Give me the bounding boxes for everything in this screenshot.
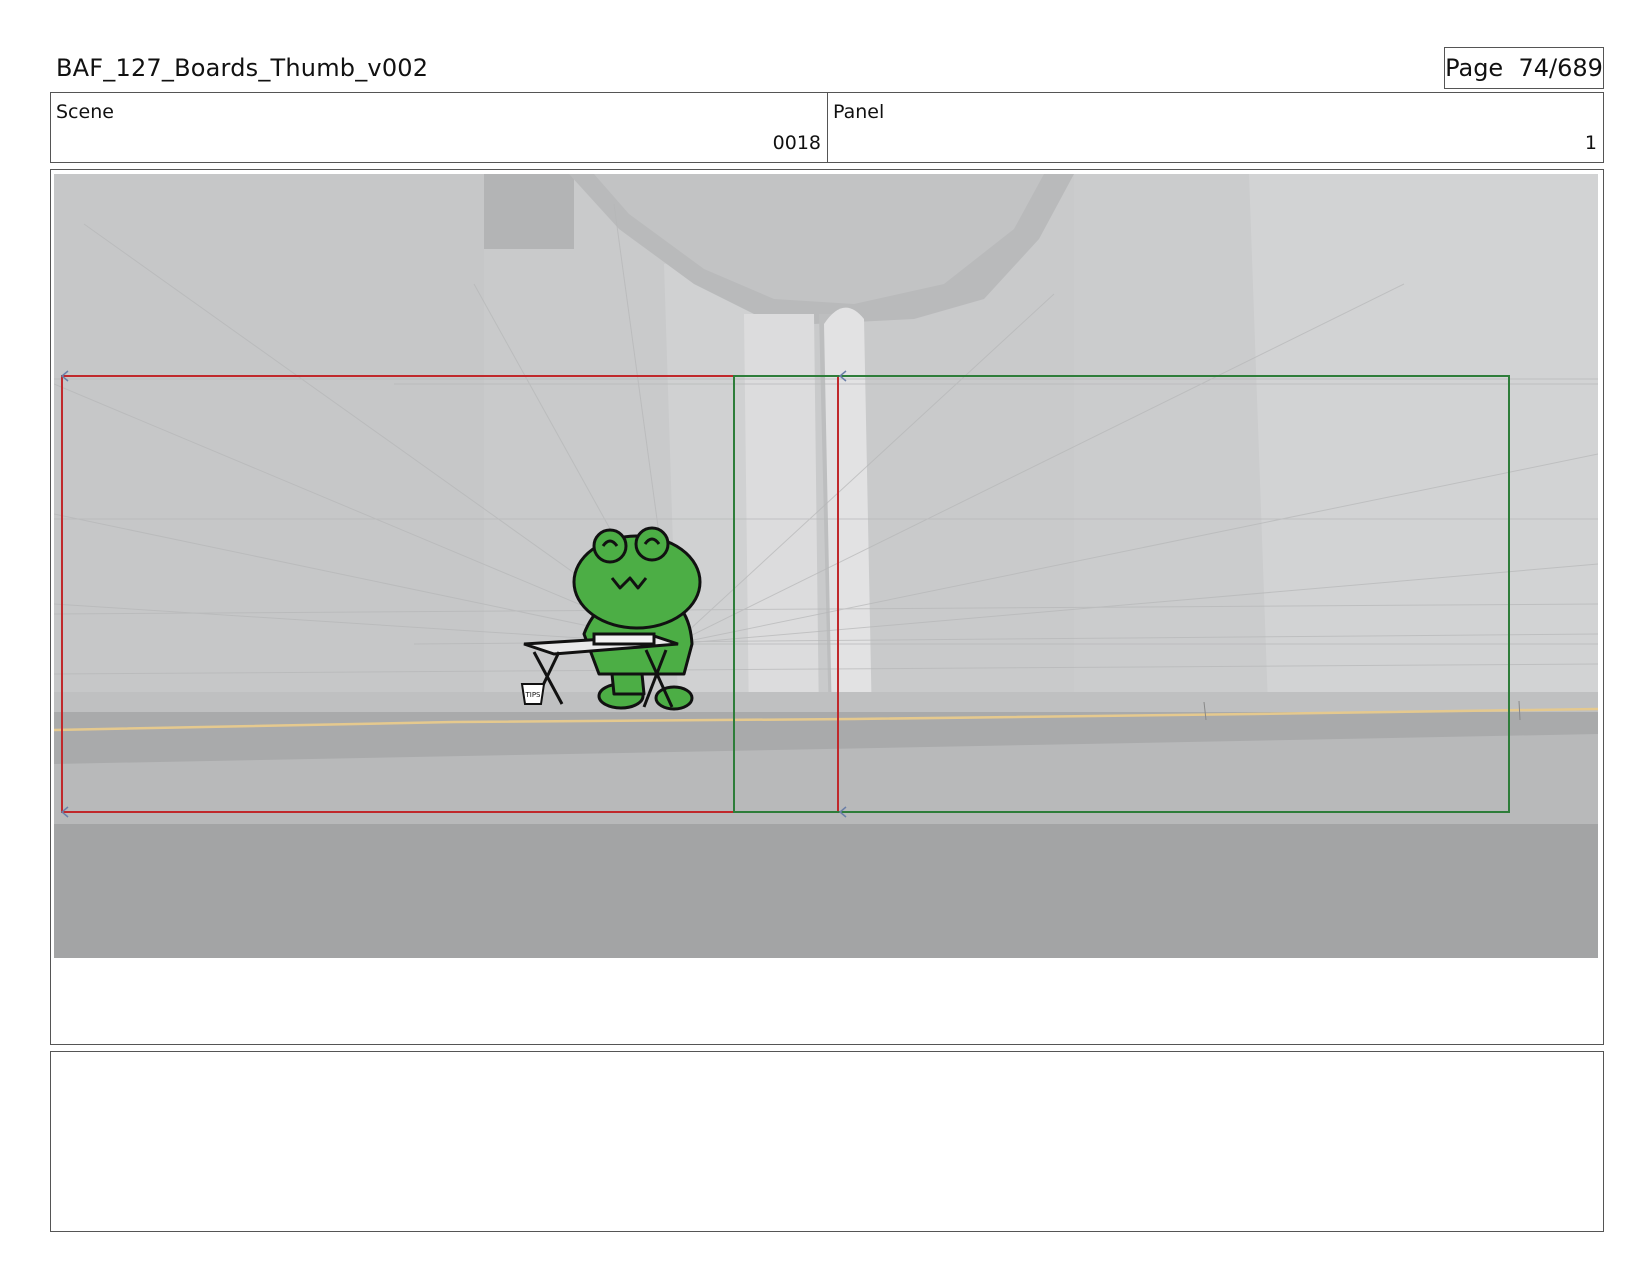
ceiling-block: [484, 174, 574, 249]
scene-label: Scene: [56, 101, 114, 123]
scene-value: 0018: [772, 132, 821, 154]
tip-jar: TIPS: [520, 683, 546, 705]
curb: [54, 692, 1598, 712]
left-wall: [54, 174, 484, 734]
right-wall: [1249, 174, 1598, 734]
panel-label: Panel: [833, 101, 885, 123]
panel-cell: Panel 1: [828, 93, 1603, 162]
page-number: 74/689: [1518, 54, 1603, 82]
pillar-front: [824, 307, 872, 724]
scene-drawing: TIPS: [54, 174, 1598, 958]
page-indicator: Page 74/689: [1444, 47, 1604, 89]
panel-notes-box: [50, 1051, 1604, 1232]
scene-panel-info-row: Scene 0018 Panel 1: [50, 92, 1604, 163]
document-title: BAF_127_Boards_Thumb_v002: [56, 54, 429, 82]
scene-cell: Scene 0018: [51, 93, 828, 162]
panel-value: 1: [1584, 132, 1597, 154]
road-near: [54, 824, 1598, 958]
storyboard-image: TIPS: [54, 174, 1598, 958]
storyboard-frame: TIPS: [50, 169, 1604, 1045]
tip-jar-label: TIPS: [524, 691, 541, 699]
page-label: Page: [1445, 54, 1504, 82]
